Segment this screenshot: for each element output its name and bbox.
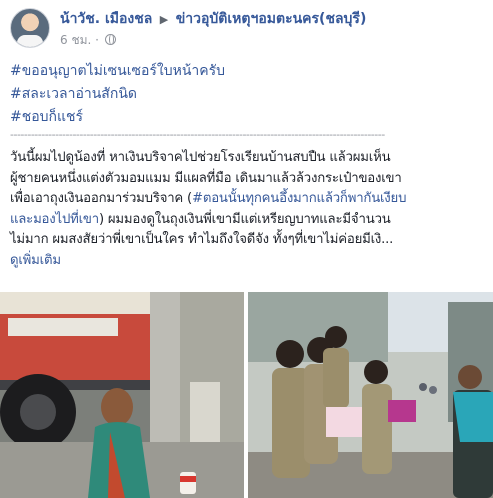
post-time-link[interactable]: 6 ชม. (60, 33, 91, 47)
photo-students-donation[interactable] (248, 292, 493, 498)
body-line: ผู้ชายคนหนึ่งแต่งตัวมอมแมม มีแผลที่มือ เ… (10, 170, 402, 186)
photo-man-sitting[interactable] (0, 292, 244, 498)
photo-students-illustration (248, 292, 493, 498)
body-line: เพื่อเอาถุงเงินออกมาร่วมบริจาค (#ตอนนั้น… (10, 189, 488, 210)
post-meta: 6 ชม. · (60, 32, 483, 48)
photo-man-sitting-illustration (0, 292, 244, 498)
meta-separator: · (95, 33, 99, 47)
photo-grid (0, 292, 493, 498)
avatar-shirt (17, 35, 43, 47)
globe-icon[interactable] (104, 34, 116, 45)
facebook-post: น้าวัช. เมืองชล ▶ ข่าวอุบัติเหตุฯอมตะนคร… (0, 0, 493, 498)
post-header: น้าวัช. เมืองชล ▶ ข่าวอุบัติเหตุฯอมตะนคร… (10, 6, 483, 58)
author-name-link[interactable]: น้าวัช. เมืองชล (60, 11, 152, 27)
see-more-link[interactable]: ดูเพิ่มเติม (10, 251, 61, 272)
author-avatar[interactable] (10, 8, 50, 48)
body-line: และมองไปที่เขา) ผมมองดูในถุงเงินพี่เขามี… (10, 210, 488, 231)
right-triangle-icon: ▶ (159, 13, 169, 26)
body-text-segment: เพื่อเอาถุงเงินออกมาร่วมบริจาค ( (10, 191, 192, 206)
body-text-segment: ) ผมมองดูในถุงเงินพี่เขามีแต่เหรียญบาทแล… (98, 211, 391, 227)
body-line: ไม่มาก ผมสงสัยว่าพี่เขาเป็นใคร ทำไมถึงใจ… (10, 232, 394, 247)
body-line: วันนี้ผมไปดูน้องที่ หาเงินบริจาคไปช่วยโร… (10, 150, 391, 165)
hashtag-link[interactable]: #สละเวลาอ่านสักนิด (10, 83, 225, 106)
hashtag-link[interactable]: #ชอบก็แชร์ (10, 106, 225, 129)
hashtag-link[interactable]: #ขออนุญาตไม่เซนเซอร์ใบหน้าครับ (10, 60, 225, 83)
dashed-divider: ----------------------------------------… (10, 128, 385, 141)
header-text: น้าวัช. เมืองชล ▶ ข่าวอุบัติเหตุฯอมตะนคร… (60, 10, 483, 48)
hashtag-list: #ขออนุญาตไม่เซนเซอร์ใบหน้าครับ #สละเวลาอ… (10, 60, 225, 129)
name-line: น้าวัช. เมืองชล ▶ ข่าวอุบัติเหตุฯอมตะนคร… (60, 10, 483, 29)
group-name-link[interactable]: ข่าวอุบัติเหตุฯอมตะนคร(ชลบุรี) (176, 11, 367, 27)
inline-hashtag-link[interactable]: #ตอนนั้นทุกคนอึ้งมากแล้วก็พากันเงียบ (192, 191, 406, 206)
post-body: วันนี้ผมไปดูน้องที่ หาเงินบริจาคไปช่วยโร… (10, 148, 488, 271)
inline-hashtag-link[interactable]: และมองไปที่เขา (10, 212, 99, 227)
